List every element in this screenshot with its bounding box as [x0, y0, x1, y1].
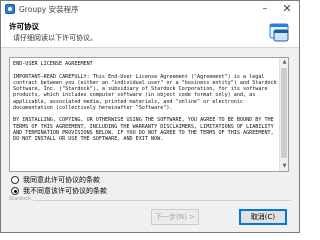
installer-window: Groupy 安装程序 – ✕ 许可协议 请仔细阅读以下许可协议。 END-US…: [0, 0, 300, 233]
close-button[interactable]: ✕: [277, 2, 297, 16]
accept-label: 我同意此许可协议的条款: [23, 176, 100, 184]
footer-divider: [9, 200, 291, 201]
accept-option[interactable]: 我同意此许可协议的条款: [11, 175, 100, 185]
page-title: 许可协议: [9, 22, 39, 31]
license-text: END-USER LICENSE AGREEMENT IMPORTANT—REA…: [13, 61, 277, 142]
branding-label: Stardock: [9, 196, 34, 202]
installer-logo-icon: [269, 23, 289, 42]
scroll-thumb[interactable]: [281, 68, 287, 158]
decline-label: 我不同意该许可协议的条款: [23, 187, 107, 195]
license-scrollbar[interactable]: ▲ ▼: [279, 58, 288, 171]
decline-option[interactable]: 我不同意该许可协议的条款: [11, 186, 107, 196]
scroll-up-icon[interactable]: ▲: [280, 58, 288, 67]
next-button[interactable]: 下一步(N) >: [151, 209, 199, 225]
window-title: Groupy 安装程序: [19, 5, 79, 14]
license-textbox[interactable]: END-USER LICENSE AGREEMENT IMPORTANT—REA…: [9, 57, 289, 172]
scroll-down-icon[interactable]: ▼: [280, 162, 288, 171]
decline-radio[interactable]: [11, 187, 19, 195]
accept-radio[interactable]: [11, 176, 19, 184]
minimize-button[interactable]: –: [255, 2, 275, 16]
groupy-app-icon: [5, 4, 15, 14]
title-bar[interactable]: Groupy 安装程序 – ✕: [1, 1, 299, 17]
cancel-button[interactable]: 取消(C): [239, 209, 287, 225]
page-subtitle: 请仔细阅读以下许可协议。: [13, 34, 97, 42]
page-header: 许可协议 请仔细阅读以下许可协议。: [1, 17, 299, 48]
